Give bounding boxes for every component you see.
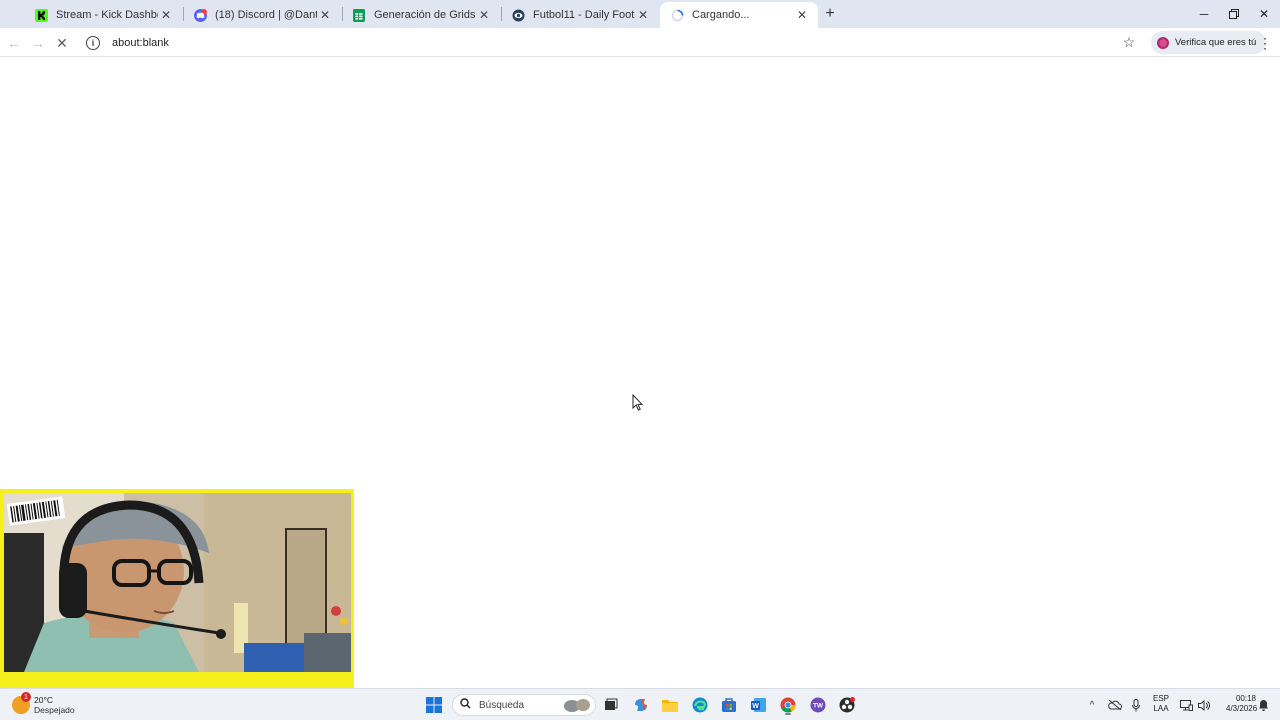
microphone-icon[interactable]: [1128, 694, 1144, 716]
profile-label: Verifica que eres tú: [1175, 37, 1257, 48]
taskbar: 1 20°C Despejado Búsqueda W TW ^ ESP LAA…: [0, 688, 1280, 720]
tab-title: Generación de Grids de Balonc: [374, 9, 476, 21]
twitch-app-icon[interactable]: TW: [807, 694, 829, 716]
tab-loading[interactable]: Cargando... ✕: [660, 2, 818, 28]
tab-futbol11[interactable]: Futbol11 - Daily Football Game ✕: [501, 2, 659, 28]
loading-spinner-icon: [670, 8, 684, 22]
network-icon[interactable]: [1178, 694, 1194, 716]
restore-icon[interactable]: [1218, 0, 1250, 28]
word-icon[interactable]: W: [748, 694, 770, 716]
close-tab-icon[interactable]: ✕: [476, 7, 492, 23]
tab-title: (18) Discord | @Dante Gago: [215, 9, 317, 21]
chevron-up-icon[interactable]: ^: [1084, 694, 1100, 716]
profile-avatar-icon: [1157, 36, 1169, 49]
bookmark-star-icon[interactable]: ☆: [1119, 32, 1139, 52]
system-clock[interactable]: 00:18 4/3/2026: [1226, 694, 1258, 714]
language-indicator[interactable]: ESP LAA: [1150, 694, 1172, 714]
volume-icon[interactable]: [1196, 694, 1212, 716]
back-arrow-icon[interactable]: ←: [3, 32, 25, 54]
close-tab-icon[interactable]: ✕: [317, 7, 333, 23]
close-tab-icon[interactable]: ✕: [635, 7, 651, 23]
keyboard-layout: LAA: [1153, 704, 1169, 713]
onedrive-off-icon[interactable]: [1106, 694, 1124, 716]
store-icon[interactable]: [718, 694, 740, 716]
clock-time: 00:18: [1235, 694, 1256, 703]
webcam-overlay: [0, 489, 354, 689]
new-tab-button[interactable]: +: [820, 4, 840, 24]
mouse-cursor-icon: [632, 394, 644, 411]
tab-sheets-grids[interactable]: Generación de Grids de Balonc ✕: [342, 2, 500, 28]
windows-start-icon[interactable]: [423, 694, 445, 716]
copilot-icon[interactable]: [630, 694, 652, 716]
search-highlight-icon: [564, 699, 590, 712]
discord-icon: [193, 8, 207, 22]
search-placeholder: Búsqueda: [479, 699, 525, 711]
webcam-feed: [4, 493, 351, 672]
chrome-icon[interactable]: [777, 694, 799, 716]
running-indicator: [785, 713, 791, 715]
address-url[interactable]: about:blank: [112, 37, 169, 49]
more-menu-icon[interactable]: ⋮: [1256, 32, 1274, 54]
file-explorer-icon[interactable]: [659, 694, 681, 716]
search-icon: [460, 698, 471, 712]
tab-kick-dashboard[interactable]: Stream - Kick Dashboard ✕: [24, 2, 182, 28]
browser-toolbar: ← → ✕ i about:blank ☆ Verifica que eres …: [0, 28, 1280, 57]
tab-discord[interactable]: (18) Discord | @Dante Gago ✕: [183, 2, 341, 28]
stop-loading-icon[interactable]: ✕: [51, 32, 73, 54]
notification-bell-icon[interactable]: [1256, 694, 1270, 716]
webcam-image: [4, 493, 351, 672]
weather-condition: Despejado: [34, 705, 75, 715]
close-tab-icon[interactable]: ✕: [794, 7, 810, 23]
svg-text:TW: TW: [813, 703, 824, 710]
tab-title: Cargando...: [692, 9, 750, 21]
close-window-icon[interactable]: ✕: [1248, 0, 1280, 28]
notification-badge: 1: [21, 692, 31, 702]
site-info-icon[interactable]: i: [86, 35, 100, 50]
address-bar[interactable]: i about:blank: [78, 31, 1146, 54]
taskbar-search[interactable]: Búsqueda: [452, 694, 596, 716]
forward-arrow-icon[interactable]: →: [27, 32, 49, 54]
close-tab-icon[interactable]: ✕: [158, 7, 174, 23]
weather-widget[interactable]: 1 20°C Despejado: [12, 692, 75, 718]
eye-icon: [511, 8, 525, 22]
svg-text:W: W: [752, 703, 759, 710]
edge-icon[interactable]: [689, 694, 711, 716]
weather-temperature: 20°C: [34, 695, 53, 705]
kick-icon: [34, 8, 48, 22]
minimize-icon[interactable]: ─: [1188, 0, 1220, 28]
weather-sun-icon: 1: [12, 692, 31, 714]
task-view-icon[interactable]: [600, 694, 622, 716]
tab-title: Stream - Kick Dashboard: [56, 9, 158, 21]
clock-date: 4/3/2026: [1226, 704, 1258, 713]
tab-strip: Stream - Kick Dashboard ✕ (18) Discord |…: [0, 0, 1280, 28]
language-code: ESP: [1152, 694, 1169, 703]
sheets-icon: [352, 8, 366, 22]
tab-title: Futbol11 - Daily Football Game: [533, 9, 635, 21]
obs-icon[interactable]: [836, 694, 858, 716]
profile-button[interactable]: Verifica que eres tú: [1151, 31, 1267, 54]
